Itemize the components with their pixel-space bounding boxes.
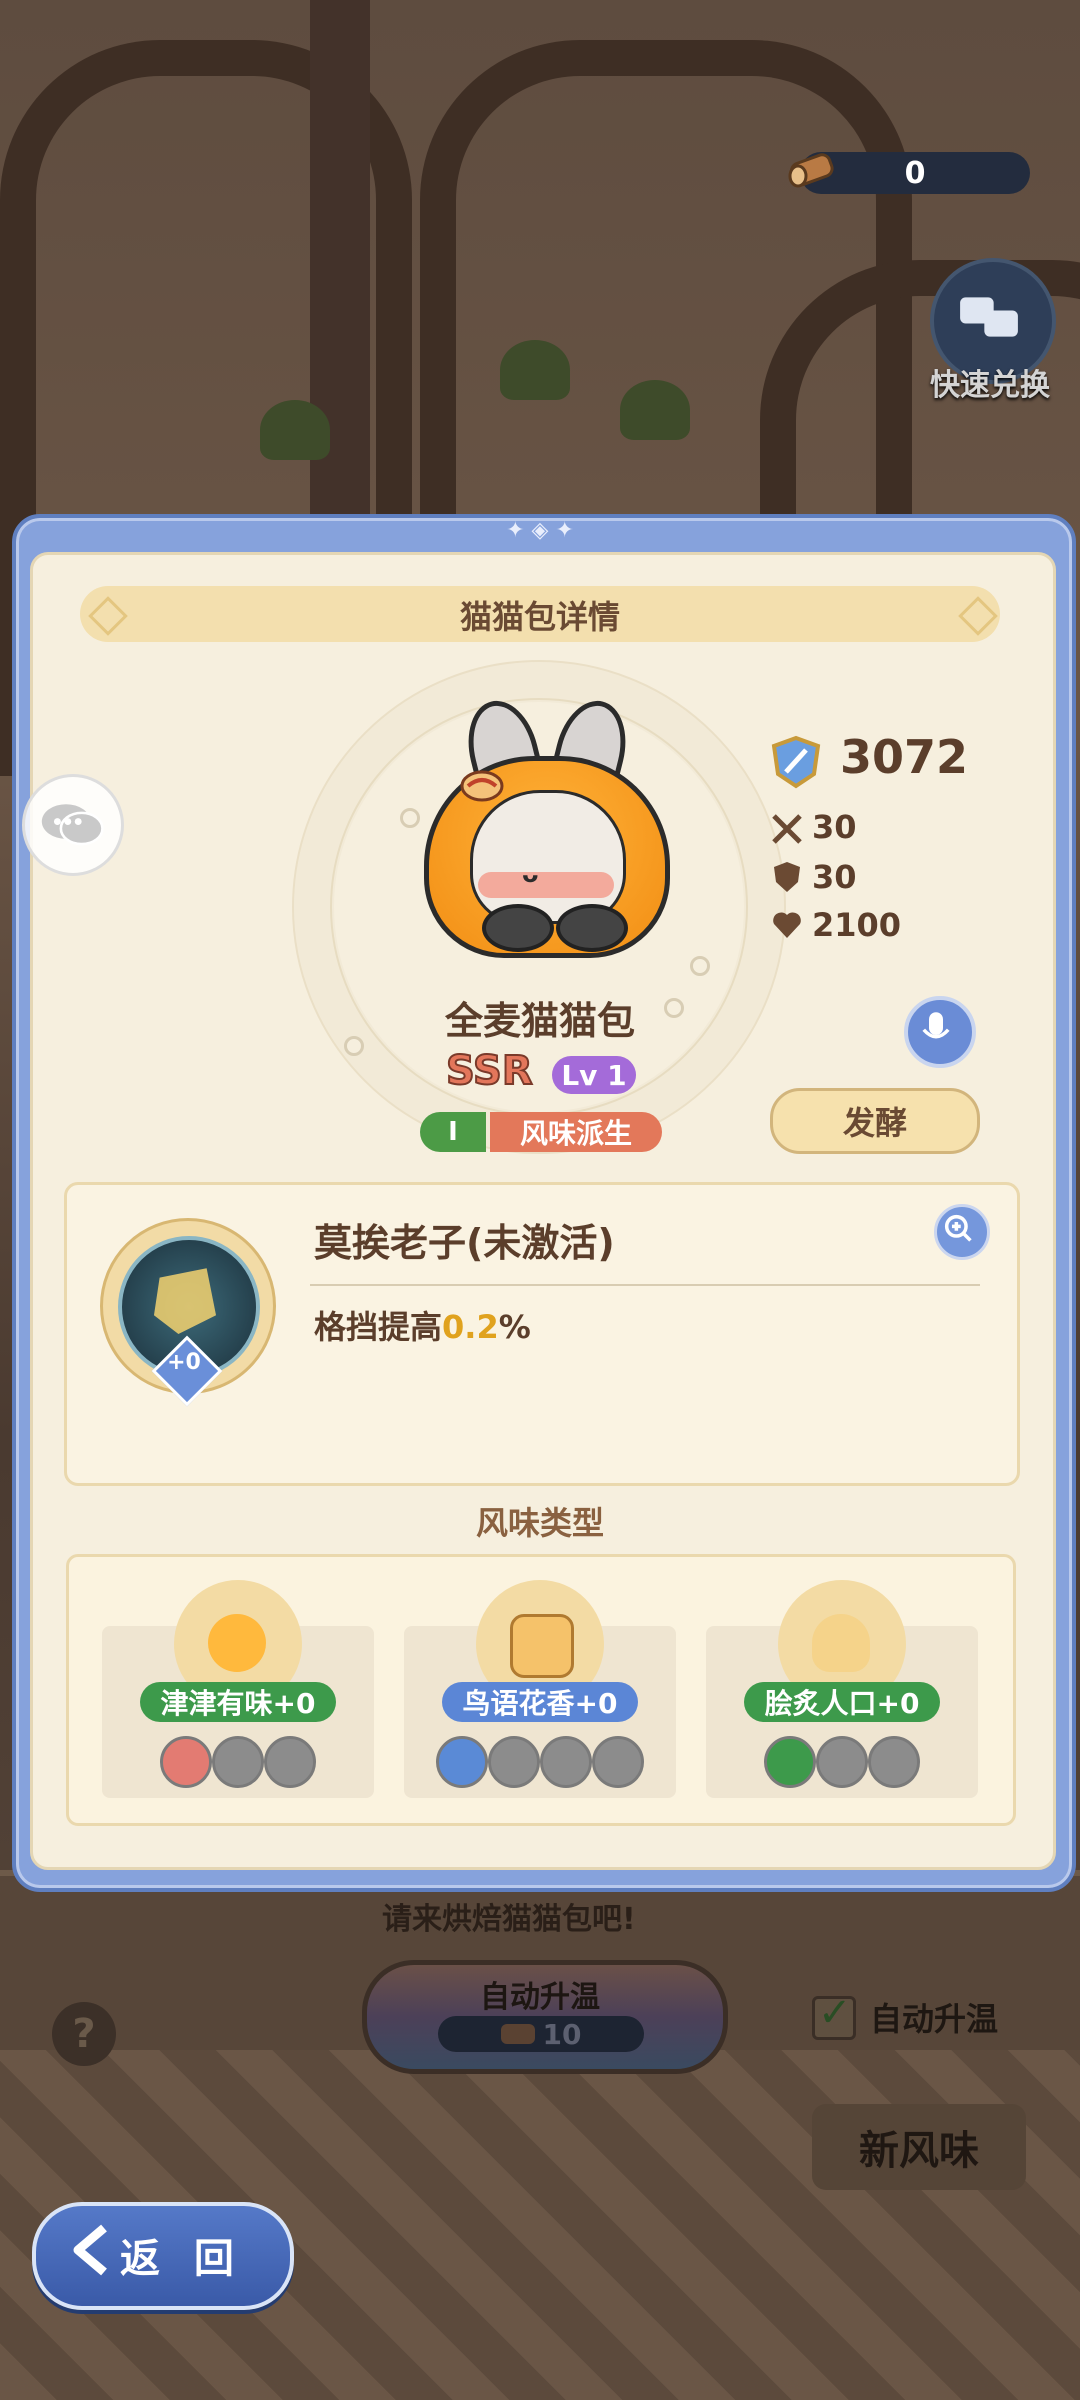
chat-bubble-icon bbox=[41, 804, 104, 846]
flavor-label: 津津有味+0 bbox=[140, 1682, 336, 1722]
cat-paw-left bbox=[482, 904, 554, 952]
skill-description: 格挡提高0.2% bbox=[314, 1302, 531, 1348]
flavor-label: 脍炙人口+0 bbox=[744, 1682, 940, 1722]
level-badge: Lv 1 bbox=[552, 1056, 636, 1094]
brain-red-icon bbox=[160, 1736, 212, 1788]
music-box-icon bbox=[510, 1614, 574, 1678]
microphone-icon bbox=[922, 1012, 950, 1039]
attack-value: 30 bbox=[812, 808, 857, 846]
brain-gray-icon bbox=[212, 1736, 264, 1788]
auto-heat-label: 自动升温 bbox=[480, 1980, 600, 2015]
quick-exchange-label: 快速兑换 bbox=[930, 368, 1050, 403]
hp-value: 2100 bbox=[812, 906, 902, 944]
voice-button[interactable] bbox=[904, 996, 976, 1068]
help-button[interactable]: ? bbox=[52, 2002, 116, 2066]
attack-swords-icon bbox=[772, 814, 802, 844]
new-flavor-button[interactable]: 新风味 bbox=[812, 2104, 1026, 2190]
heart-icon bbox=[773, 912, 801, 938]
character-name: 全麦猫猫包 bbox=[444, 999, 635, 1043]
auto-heat-cost: 10 bbox=[438, 2016, 644, 2052]
type-badge: 风味派生 bbox=[490, 1112, 662, 1152]
skill-desc-value: 0.2 bbox=[442, 1308, 499, 1346]
ferment-button[interactable]: 发酵 bbox=[770, 1088, 980, 1154]
skill-name: 莫挨老子(未激活) bbox=[314, 1221, 615, 1265]
cat-face-icon bbox=[208, 1614, 266, 1672]
bg-plant bbox=[500, 340, 570, 400]
bg-plant bbox=[620, 380, 690, 440]
skill-desc-prefix: 格挡提高 bbox=[314, 1308, 443, 1346]
currency-value: 0 bbox=[904, 155, 926, 191]
feather-gray-icon bbox=[592, 1736, 644, 1788]
aura-dot bbox=[400, 808, 420, 828]
auto-heat-toggle-label: 自动升温 bbox=[870, 2000, 999, 2038]
sleep-gray-icon bbox=[816, 1736, 868, 1788]
cat-mouth: ᴗ bbox=[522, 860, 539, 888]
triangle-gray-icon bbox=[540, 1736, 592, 1788]
back-arrow-icon bbox=[73, 2224, 107, 2276]
flavor-label: 鸟语花香+0 bbox=[442, 1682, 638, 1722]
bread-badge-icon bbox=[460, 770, 504, 802]
skill-zoom-button[interactable] bbox=[934, 1204, 990, 1260]
flavor-section-label: 风味类型 bbox=[475, 1504, 604, 1542]
exchange-icon bbox=[960, 297, 1018, 337]
modal-title: 猫猫包详情 bbox=[459, 598, 620, 636]
power-shield-icon bbox=[771, 735, 821, 789]
bake-prompt: 请来烘焙猫猫包吧! bbox=[382, 1902, 636, 1937]
wood-log-icon bbox=[788, 153, 834, 188]
checkmark-icon: ✓ bbox=[818, 1990, 852, 2036]
wood-log-icon bbox=[500, 2024, 535, 2044]
power-value: 3072 bbox=[840, 730, 969, 784]
aura-dot bbox=[690, 956, 710, 976]
zoom-in-icon bbox=[944, 1214, 972, 1242]
feather-blue-icon bbox=[436, 1736, 488, 1788]
chat-button[interactable] bbox=[22, 774, 124, 876]
cat-face bbox=[470, 790, 626, 924]
sleep-green-icon bbox=[764, 1736, 816, 1788]
skill-desc-suffix: % bbox=[498, 1308, 531, 1346]
defense-shield-icon bbox=[774, 862, 800, 892]
bowtie-gray-icon bbox=[264, 1736, 316, 1788]
modal-top-ornament: ✦ ◈ ✦ bbox=[506, 518, 574, 543]
skill-level: +0 bbox=[167, 1350, 201, 1375]
rarity-badge: SSR bbox=[445, 1047, 534, 1095]
flame-icon bbox=[812, 1614, 870, 1672]
back-label: 返 回 bbox=[120, 2236, 244, 2282]
bg-plant bbox=[260, 400, 330, 460]
sleep-gray-icon bbox=[868, 1736, 920, 1788]
tier-badge: I bbox=[420, 1112, 486, 1152]
triangle-gray-icon bbox=[488, 1736, 540, 1788]
defense-value: 30 bbox=[812, 858, 857, 896]
skill-divider bbox=[310, 1284, 980, 1286]
auto-heat-cost-value: 10 bbox=[542, 2017, 582, 2051]
cat-paw-right bbox=[556, 904, 628, 952]
aura-dot bbox=[344, 1036, 364, 1056]
